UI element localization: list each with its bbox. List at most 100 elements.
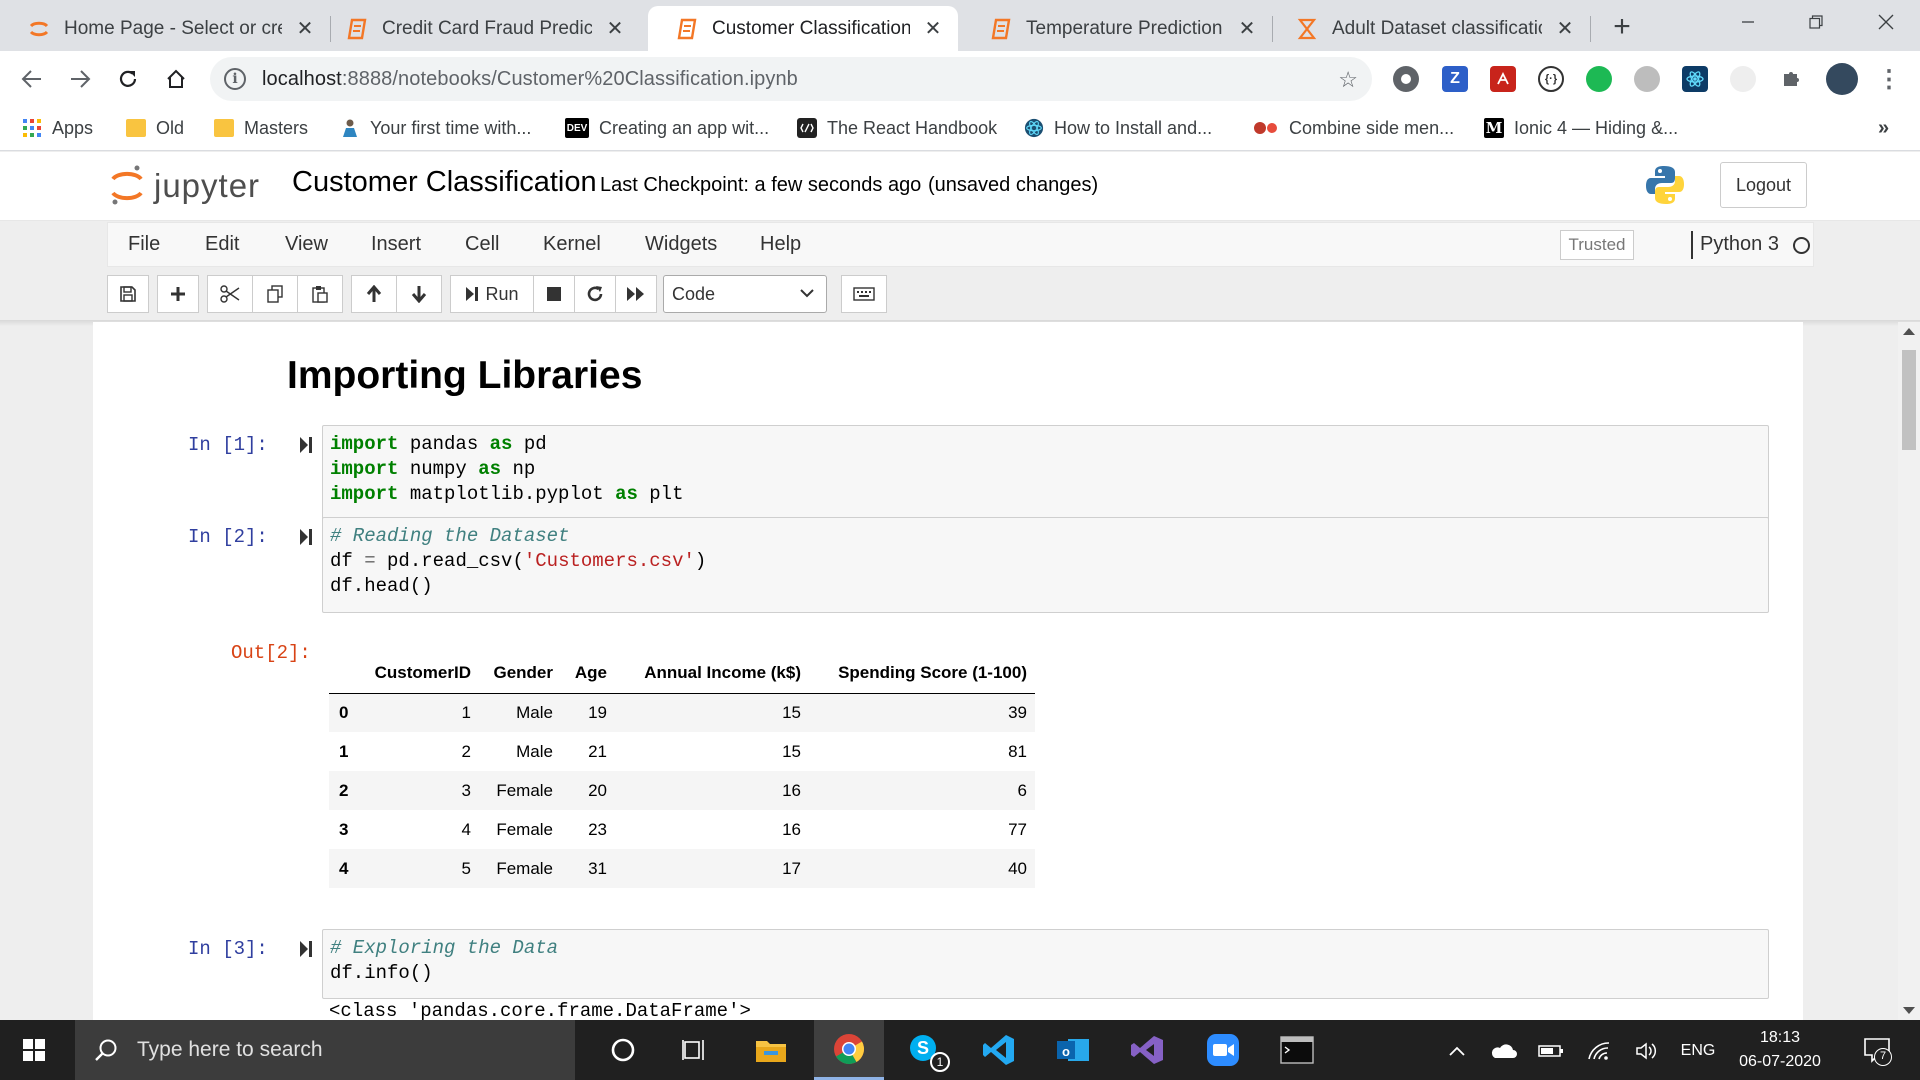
pdf-extension-icon[interactable] xyxy=(1490,66,1516,92)
bookmark-combine-side-menu[interactable]: Combine side men... xyxy=(1253,115,1454,141)
markdown-heading[interactable]: Importing Libraries xyxy=(287,354,642,398)
close-window-button[interactable] xyxy=(1856,0,1916,44)
cell-type-select[interactable]: Code xyxy=(663,275,827,313)
close-icon[interactable]: ✕ xyxy=(922,18,944,40)
reload-button[interactable] xyxy=(110,61,146,97)
menu-kernel[interactable]: Kernel xyxy=(543,233,601,256)
bookmark-ionic-4[interactable]: M Ionic 4 — Hiding &... xyxy=(1484,115,1678,141)
restore-window-button[interactable] xyxy=(1786,0,1846,44)
task-view-button[interactable] xyxy=(660,1020,730,1080)
command-palette-button[interactable] xyxy=(841,275,887,313)
bookmarks-overflow-button[interactable]: » xyxy=(1878,115,1889,141)
extension-green-dot-icon[interactable] xyxy=(1586,66,1612,92)
code-token: import xyxy=(330,483,399,505)
forward-button[interactable] xyxy=(62,61,98,97)
new-tab-button[interactable]: + xyxy=(1605,10,1639,44)
menu-file[interactable]: File xyxy=(128,233,160,256)
taskbar-clock[interactable]: 18:13 06-07-2020 xyxy=(1720,1026,1840,1074)
restart-run-all-button[interactable] xyxy=(615,275,657,313)
menu-widgets[interactable]: Widgets xyxy=(645,233,717,256)
wifi-icon[interactable] xyxy=(1584,1038,1614,1064)
run-cell-icon[interactable] xyxy=(299,528,313,546)
tab-temperature-prediction[interactable]: Temperature Prediction - Ju ✕ xyxy=(962,6,1272,51)
minimize-window-button[interactable] xyxy=(1718,0,1778,44)
scrollbar-thumb[interactable] xyxy=(1902,350,1916,450)
extension-braces-icon[interactable]: {·} xyxy=(1538,66,1564,92)
bookmark-your-first-time[interactable]: Your first time with... xyxy=(340,115,531,141)
react-devtools-icon[interactable] xyxy=(1682,66,1708,92)
site-info-icon[interactable]: i xyxy=(224,68,246,90)
move-up-button[interactable] xyxy=(351,275,397,313)
menu-insert[interactable]: Insert xyxy=(371,233,421,256)
notebook-name[interactable]: Customer Classification xyxy=(292,166,597,199)
run-button[interactable]: Run xyxy=(450,275,534,313)
scroll-up-icon[interactable] xyxy=(1903,328,1915,335)
bookmark-how-to-install[interactable]: How to Install and... xyxy=(1024,115,1212,141)
outlook-app[interactable]: o xyxy=(1038,1020,1108,1080)
kernel-name[interactable]: Python 3 xyxy=(1700,233,1779,256)
input-language-indicator[interactable]: ENG xyxy=(1678,1038,1718,1064)
skype-app[interactable]: S 1 xyxy=(890,1020,960,1080)
show-hidden-icons-button[interactable] xyxy=(1444,1038,1470,1064)
bookmark-react-handbook[interactable]: The React Handbook xyxy=(797,115,997,141)
code-cell-1[interactable]: import pandas as pd import numpy as np imp… xyxy=(322,425,1769,521)
code-cell-3[interactable]: # Exploring the Data df.info() xyxy=(322,929,1769,999)
close-icon[interactable]: ✕ xyxy=(604,18,626,40)
taskbar-search-box[interactable]: Type here to search xyxy=(75,1020,575,1080)
menu-edit[interactable]: Edit xyxy=(205,233,239,256)
bookmark-star-icon[interactable]: ☆ xyxy=(1338,67,1358,93)
logout-button[interactable]: Logout xyxy=(1720,162,1807,208)
back-button[interactable] xyxy=(14,61,50,97)
chrome-app[interactable] xyxy=(814,1020,884,1080)
onedrive-icon[interactable] xyxy=(1488,1038,1518,1064)
scroll-down-icon[interactable] xyxy=(1903,1007,1915,1014)
close-icon[interactable]: ✕ xyxy=(1554,18,1576,40)
extensions-puzzle-icon[interactable] xyxy=(1778,66,1804,92)
extension-z-icon[interactable]: Z xyxy=(1442,66,1468,92)
copy-button[interactable] xyxy=(252,275,298,313)
menu-help[interactable]: Help xyxy=(760,233,801,256)
restart-kernel-button[interactable] xyxy=(574,275,616,313)
run-cell-icon[interactable] xyxy=(299,436,313,454)
browser-menu-icon[interactable]: ⋮ xyxy=(1876,66,1902,93)
home-button[interactable] xyxy=(158,61,194,97)
cortana-button[interactable] xyxy=(588,1020,658,1080)
address-bar[interactable]: i localhost:8888/notebooks/Customer%20Cl… xyxy=(210,57,1372,101)
cut-button[interactable] xyxy=(207,275,253,313)
move-down-button[interactable] xyxy=(396,275,442,313)
tab-credit-card-fraud[interactable]: Credit Card Fraud Predictio ✕ xyxy=(318,6,640,51)
close-icon[interactable]: ✕ xyxy=(1236,18,1258,40)
code-cell-2[interactable]: # Reading the Dataset df = pd.read_csv('C… xyxy=(322,517,1769,613)
interrupt-kernel-button[interactable] xyxy=(533,275,575,313)
extension-circle-icon[interactable] xyxy=(1393,66,1419,92)
tab-home-page[interactable]: Home Page - Select or crea ✕ xyxy=(0,6,330,51)
action-center-button[interactable]: 7 xyxy=(1862,1035,1892,1066)
run-cell-icon[interactable] xyxy=(299,940,313,958)
paste-button[interactable] xyxy=(297,275,343,313)
tab-customer-classification[interactable]: Customer Classification - Ju ✕ xyxy=(648,6,958,51)
extension-light-icon[interactable] xyxy=(1730,66,1756,92)
save-button[interactable] xyxy=(107,275,149,313)
insert-cell-button[interactable] xyxy=(157,275,199,313)
trusted-badge[interactable]: Trusted xyxy=(1560,230,1634,260)
tab-adult-dataset[interactable]: Adult Dataset classification ✕ xyxy=(1268,6,1590,51)
profile-avatar[interactable] xyxy=(1826,63,1858,95)
file-explorer-app[interactable] xyxy=(736,1020,806,1080)
terminal-app[interactable] xyxy=(1262,1020,1332,1080)
jupyter-logo[interactable]: jupyter xyxy=(110,160,260,212)
battery-icon[interactable] xyxy=(1536,1038,1566,1064)
start-button[interactable] xyxy=(0,1020,68,1080)
zoom-app[interactable] xyxy=(1188,1020,1258,1080)
volume-icon[interactable] xyxy=(1632,1038,1662,1064)
bookmark-old[interactable]: Old xyxy=(126,115,184,141)
visual-studio-app[interactable] xyxy=(1112,1020,1182,1080)
vscode-app[interactable] xyxy=(964,1020,1034,1080)
bookmark-masters[interactable]: Masters xyxy=(214,115,308,141)
extension-gray-icon[interactable] xyxy=(1634,66,1660,92)
close-icon[interactable]: ✕ xyxy=(294,18,316,40)
page-scrollbar[interactable] xyxy=(1898,322,1920,1020)
bookmark-apps[interactable]: Apps xyxy=(22,115,93,141)
menu-view[interactable]: View xyxy=(285,233,328,256)
bookmark-creating-an-app[interactable]: DEV Creating an app wit... xyxy=(565,115,769,141)
menu-cell[interactable]: Cell xyxy=(465,233,499,256)
